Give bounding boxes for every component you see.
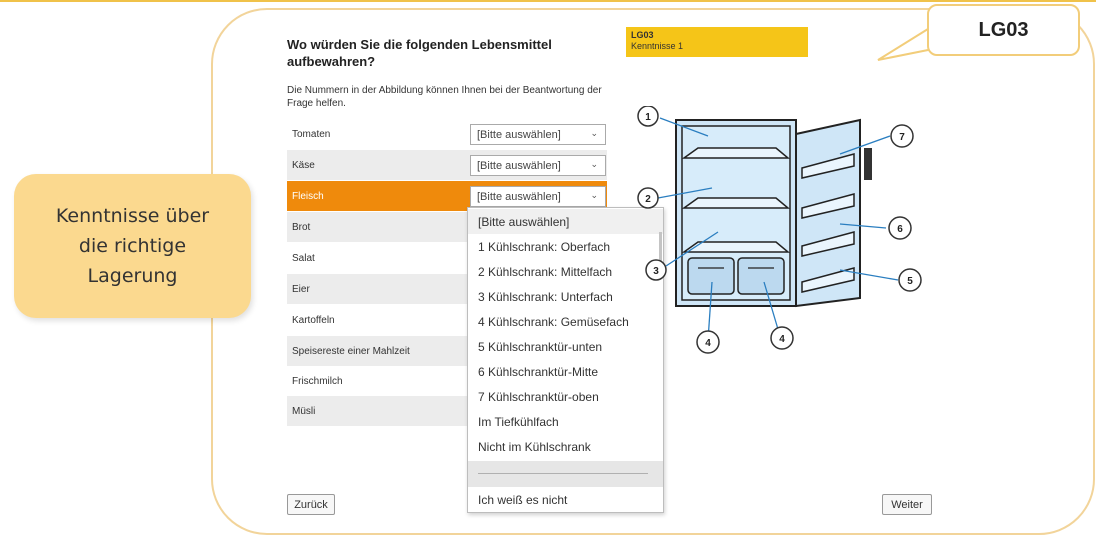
vegetable-drawer-right — [737, 257, 785, 295]
row-label: Speisereste einer Mahlzeit — [292, 345, 410, 357]
dropdown-option[interactable]: 6 Kühlschranktür-Mitte — [468, 359, 663, 384]
dropdown-separator-row — [468, 461, 663, 487]
select-value: [Bitte auswählen] — [477, 128, 561, 141]
question-tag-label: Kenntnisse 1 — [631, 41, 684, 51]
question-tag: LG03 Kenntnisse 1 — [626, 27, 808, 57]
fridge-label-4a: 4 — [705, 338, 711, 349]
question-tag-code: LG03 — [631, 30, 654, 40]
fridge-label-6: 6 — [897, 224, 903, 235]
row-label: Brot — [292, 221, 311, 233]
chevron-down-icon: ⌄ — [590, 159, 598, 169]
fridge-label-2: 2 — [645, 194, 651, 205]
callout-code: LG03 — [927, 4, 1080, 56]
row-label: Frischmilch — [292, 375, 343, 387]
shelf-middle — [681, 197, 791, 209]
question-title: Wo würden Sie die folgenden Lebensmittel… — [287, 37, 552, 69]
fridge-label-5: 5 — [907, 276, 913, 287]
top-accent-line — [0, 0, 1096, 2]
next-button[interactable]: Weiter — [882, 494, 932, 515]
row-label: Kartoffeln — [292, 314, 335, 326]
dropdown-option[interactable]: 7 Kühlschranktür-oben — [468, 384, 663, 409]
dropdown-option[interactable]: Ich weiß es nicht — [468, 487, 663, 512]
select-value: [Bitte auswählen] — [477, 159, 561, 172]
fridge-label-4b: 4 — [779, 334, 785, 345]
row-label: Salat — [292, 252, 315, 264]
chevron-down-icon: ⌄ — [590, 128, 598, 138]
callout-line-1: Kenntnisse über — [55, 205, 210, 227]
back-button[interactable]: Zurück — [287, 494, 335, 515]
select-kaese[interactable]: [Bitte auswählen] ⌄ — [470, 155, 606, 176]
fridge-label-3: 3 — [653, 266, 659, 277]
row-label: Käse — [292, 159, 315, 171]
fridge-label-7: 7 — [899, 132, 905, 143]
select-tomaten[interactable]: [Bitte auswählen] ⌄ — [470, 124, 606, 145]
shelf-top — [681, 147, 791, 159]
fridge-label-1: 1 — [645, 112, 651, 123]
callout-knowledge: Kenntnisse über die richtige Lagerung — [14, 174, 251, 318]
row-label: Eier — [292, 283, 310, 295]
row-label: Tomaten — [292, 128, 331, 140]
select-value: [Bitte auswählen] — [477, 190, 561, 203]
callout-line-3: Lagerung — [87, 265, 178, 287]
fridge-illustration: 1 2 3 4 4 5 6 7 — [637, 106, 922, 354]
callout-line-2: die richtige — [78, 235, 187, 257]
dropdown-option[interactable]: Nicht im Kühlschrank — [468, 434, 663, 459]
row-label: Müsli — [292, 405, 316, 417]
select-fleisch[interactable]: [Bitte auswählen] ⌄ — [470, 186, 606, 207]
fridge-handle — [864, 148, 872, 180]
chevron-down-icon: ⌄ — [590, 190, 598, 200]
question-subtitle: Die Nummern in der Abbildung können Ihne… — [287, 85, 602, 109]
dropdown-option[interactable]: Im Tiefkühlfach — [468, 409, 663, 434]
dropdown-separator — [478, 473, 648, 474]
row-label: Fleisch — [292, 190, 324, 202]
